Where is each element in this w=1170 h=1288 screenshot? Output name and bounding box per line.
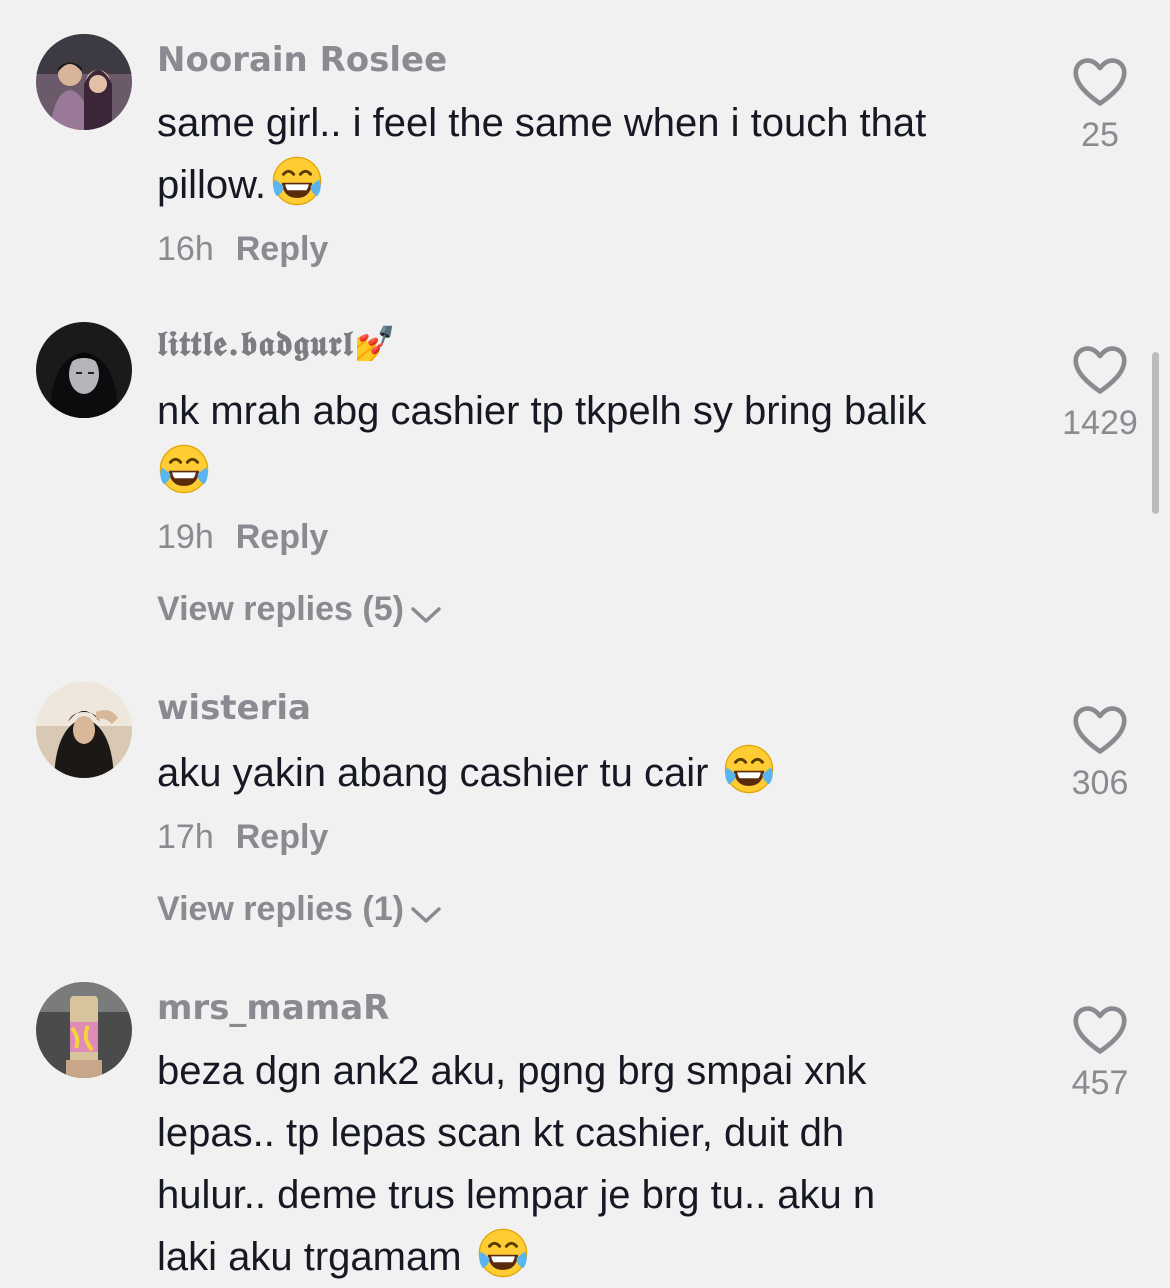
comment-text-line: pillow.: [157, 154, 1037, 216]
comment-text-line: same girl.. i feel the same when i touch…: [157, 101, 927, 145]
comment-text-fragment: pillow.: [157, 163, 266, 207]
avatar[interactable]: [36, 682, 132, 778]
heart-outline-icon[interactable]: [1072, 56, 1128, 108]
like-count: 25: [1081, 116, 1119, 154]
view-replies-button[interactable]: View replies (5): [157, 590, 442, 629]
avatar[interactable]: [36, 322, 132, 418]
comment-time: 16h: [157, 230, 214, 268]
comment-meta: 19h Reply: [157, 518, 328, 557]
comment-text: nk mrah abg cashier tp tkpelh sy bring b…: [157, 380, 1037, 504]
comment-username[interactable]: 𝖑𝖎𝖙𝖙𝖑𝖊.𝖇𝖆𝖉𝖌𝖚𝖗𝖑💅: [157, 324, 397, 364]
view-replies-label: View replies (5): [157, 590, 404, 628]
comment-text-line: hulur.. deme trus lempar je brg tu.. aku…: [157, 1173, 876, 1217]
comment-username[interactable]: Noorain Roslee: [157, 40, 447, 80]
view-replies-label: View replies (1): [157, 890, 404, 928]
comment-meta: 16h Reply: [157, 230, 328, 269]
face-with-tears-of-joy-emoji: [722, 742, 776, 796]
chevron-down-icon: [410, 904, 442, 926]
comment-text: aku yakin abang cashier tu cair: [157, 742, 1037, 804]
comment-time: 17h: [157, 818, 214, 856]
like-count: 457: [1071, 1064, 1129, 1102]
like-button[interactable]: 306: [1050, 704, 1150, 803]
like-button[interactable]: 457: [1050, 1004, 1150, 1103]
view-replies-button[interactable]: View replies (1): [157, 890, 442, 929]
heart-outline-icon[interactable]: [1072, 344, 1128, 396]
reply-button[interactable]: Reply: [236, 518, 329, 556]
chevron-down-icon: [410, 604, 442, 626]
comment-meta: 17h Reply: [157, 818, 328, 857]
like-button[interactable]: 25: [1050, 56, 1150, 155]
comment-time: 19h: [157, 518, 214, 556]
comment-username[interactable]: mrs_mamaR: [157, 988, 389, 1028]
reply-button[interactable]: Reply: [236, 230, 329, 268]
comment-text: beza dgn ank2 aku, pgng brg smpai xnk le…: [157, 1040, 1037, 1288]
like-button[interactable]: 1429: [1050, 344, 1150, 443]
heart-outline-icon[interactable]: [1072, 1004, 1128, 1056]
face-with-tears-of-joy-emoji: [270, 154, 324, 208]
comment-text-line: beza dgn ank2 aku, pgng brg smpai xnk: [157, 1049, 867, 1093]
comment-username[interactable]: wisteria: [157, 688, 311, 728]
comment-text-fragment: laki aku trgamam: [157, 1235, 462, 1279]
comment-text-line: laki aku trgamam: [157, 1226, 1037, 1288]
comment-text-line: aku yakin abang cashier tu cair: [157, 742, 1037, 804]
comment-text: same girl.. i feel the same when i touch…: [157, 92, 1037, 216]
like-count: 306: [1071, 764, 1129, 802]
scrollbar[interactable]: [1152, 352, 1159, 514]
like-count: 1429: [1062, 404, 1138, 442]
face-with-tears-of-joy-emoji: [476, 1226, 530, 1280]
reply-button[interactable]: Reply: [236, 818, 329, 856]
comment-text-line: nk mrah abg cashier tp tkpelh sy bring b…: [157, 389, 927, 433]
comment-text-line: lepas.. tp lepas scan kt cashier, duit d…: [157, 1111, 845, 1155]
heart-outline-icon[interactable]: [1072, 704, 1128, 756]
avatar[interactable]: [36, 34, 132, 130]
comment-text-line: [157, 442, 1037, 504]
avatar[interactable]: [36, 982, 132, 1078]
face-with-tears-of-joy-emoji: [157, 442, 211, 496]
comment-text-fragment: aku yakin abang cashier tu cair: [157, 751, 709, 795]
